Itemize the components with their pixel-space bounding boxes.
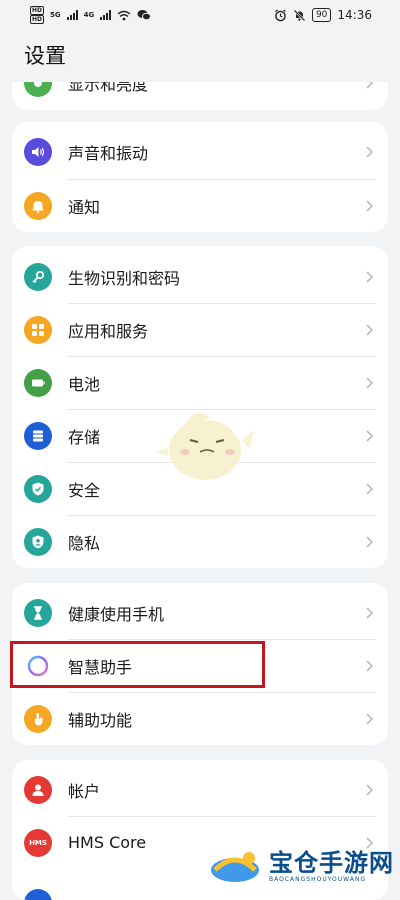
- battery-icon: [24, 369, 52, 397]
- signal-bars-2-icon: [100, 10, 111, 20]
- wifi-icon: [117, 10, 131, 21]
- chevron-right-icon: [362, 145, 376, 159]
- settings-item-label: 生物识别和密码: [68, 265, 180, 289]
- sim-badges: HD HD: [30, 6, 44, 24]
- sim1-badge: HD: [30, 6, 44, 15]
- hms-icon: HMS: [24, 829, 52, 857]
- chevron-right-icon: [362, 606, 376, 620]
- bell-icon: [24, 192, 52, 220]
- network-type-1: 5G: [50, 11, 61, 19]
- signal-bars-1-icon: [67, 10, 78, 20]
- settings-item-label: 通知: [68, 194, 100, 218]
- settings-item-accessibility[interactable]: 辅助功能: [12, 692, 388, 745]
- battery-indicator: 90: [312, 8, 331, 22]
- watermark: 宝仓手游网 BAOCANGSHOUYOUWANG: [205, 846, 394, 886]
- status-time: 14:36: [337, 8, 372, 22]
- status-left: HD HD 5G 4G: [30, 6, 151, 24]
- hms-icon-text: HMS: [29, 839, 47, 847]
- settings-card-display: 显示和亮度: [12, 82, 388, 110]
- chevron-right-icon: [362, 535, 376, 549]
- alarm-icon: [274, 9, 287, 22]
- settings-item-label: 存储: [68, 424, 100, 448]
- settings-item-biometrics[interactable]: 生物识别和密码: [12, 250, 388, 303]
- settings-item-label: 声音和振动: [68, 140, 148, 164]
- watermark-cn: 宝仓手游网: [269, 850, 394, 876]
- chevron-right-icon: [362, 482, 376, 496]
- settings-item-label: 智慧助手: [68, 654, 132, 678]
- chevron-right-icon: [362, 712, 376, 726]
- chevron-right-icon: [362, 783, 376, 797]
- storage-icon: [24, 422, 52, 450]
- settings-item-label: 辅助功能: [68, 707, 132, 731]
- hourglass-icon: [24, 599, 52, 627]
- account-icon: [24, 776, 52, 804]
- mascot-image: [150, 400, 260, 490]
- watermark-logo: [205, 846, 265, 886]
- chevron-right-icon: [362, 199, 376, 213]
- chevron-right-icon: [362, 82, 376, 90]
- chevron-right-icon: [362, 376, 376, 390]
- page-title: 设置: [24, 40, 66, 70]
- settings-item-sound[interactable]: 声音和振动: [12, 125, 388, 178]
- settings-item-display[interactable]: 显示和亮度: [12, 82, 388, 109]
- network-type-2: 4G: [84, 11, 95, 19]
- chevron-right-icon: [362, 429, 376, 443]
- settings-item-label: 显示和亮度: [68, 82, 148, 95]
- settings-card-assist: 健康使用手机 智慧助手: [12, 583, 388, 745]
- display-icon: [24, 82, 52, 97]
- settings-item-notifications[interactable]: 通知: [12, 179, 388, 232]
- network-type: 5G: [50, 11, 61, 19]
- settings-item-label: 应用和服务: [68, 318, 148, 342]
- apps-grid-icon: [24, 316, 52, 344]
- watermark-en: BAOCANGSHOUYOUWANG: [269, 876, 366, 883]
- chevron-right-icon: [362, 323, 376, 337]
- status-bar: HD HD 5G 4G: [0, 0, 400, 30]
- speaker-icon: [24, 138, 52, 166]
- settings-item-digital-balance[interactable]: 健康使用手机: [12, 586, 388, 639]
- settings-item-label: 帐户: [68, 778, 100, 802]
- wechat-icon: [137, 9, 151, 21]
- mute-bell-icon: [293, 9, 306, 22]
- settings-item-smart-assistant[interactable]: 智慧助手: [12, 639, 388, 692]
- next-item-icon: [24, 889, 52, 900]
- settings-item-account[interactable]: 帐户: [12, 763, 388, 816]
- settings-card-sound: 声音和振动 通知: [12, 122, 388, 232]
- sim2-badge: HD: [30, 15, 44, 24]
- network-type-2-wrap: 4G: [84, 11, 95, 19]
- settings-item-label: 健康使用手机: [68, 601, 164, 625]
- status-right: 90 14:36: [274, 8, 372, 22]
- settings-item-label: 隐私: [68, 530, 100, 554]
- chevron-right-icon: [362, 270, 376, 284]
- smart-assistant-icon: [24, 652, 52, 680]
- shield-icon: [24, 475, 52, 503]
- settings-item-apps[interactable]: 应用和服务: [12, 303, 388, 356]
- hand-tap-icon: [24, 705, 52, 733]
- settings-item-label: HMS Core: [68, 833, 146, 852]
- chevron-right-icon: [362, 659, 376, 673]
- privacy-icon: [24, 528, 52, 556]
- settings-item-label: 安全: [68, 477, 100, 501]
- key-icon: [24, 263, 52, 291]
- settings-item-privacy[interactable]: 隐私: [12, 515, 388, 568]
- settings-item-label: 电池: [68, 371, 100, 395]
